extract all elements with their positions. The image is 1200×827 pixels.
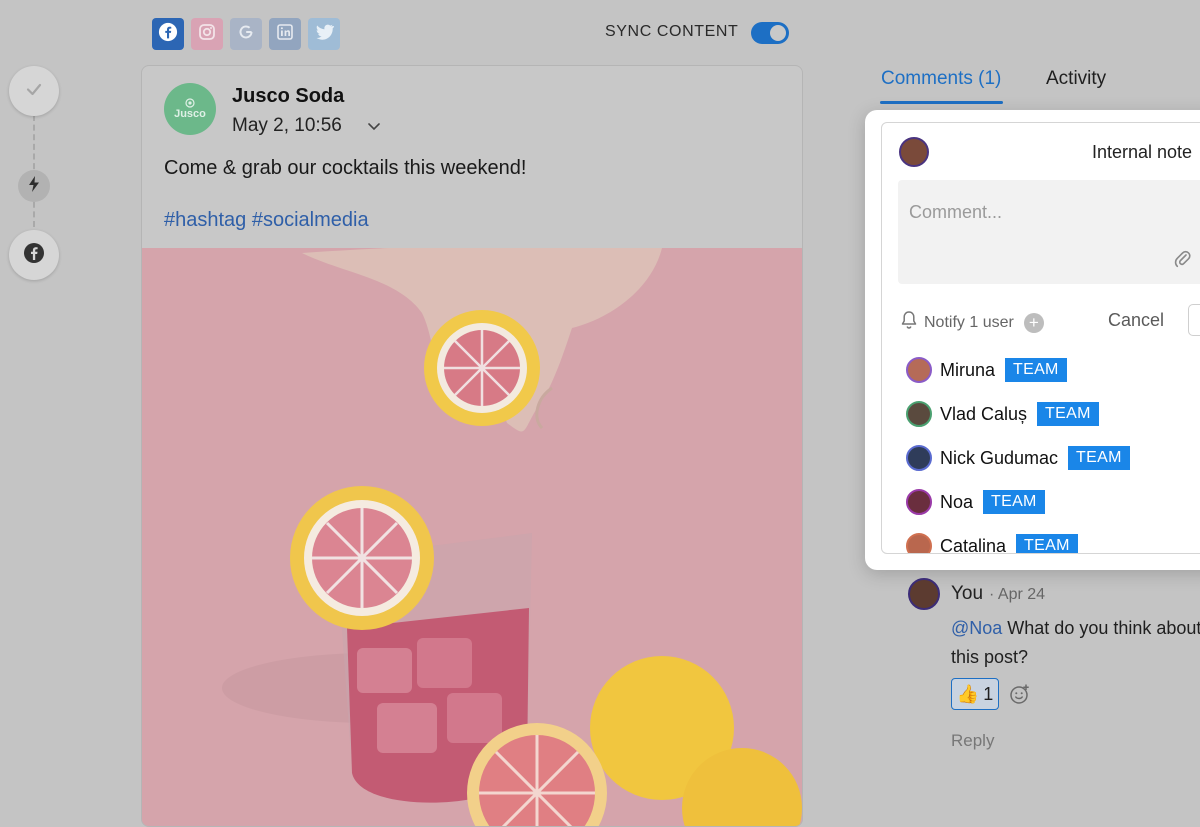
notify-users[interactable]: Notify 1 user +: [900, 310, 1044, 335]
twitter-icon: [314, 23, 335, 46]
bell-icon: [900, 310, 918, 335]
post-date: May 2, 10:56: [232, 115, 342, 136]
comment-author: You: [951, 583, 984, 604]
cancel-button[interactable]: Cancel: [1108, 310, 1164, 331]
team-badge: TEAM: [1068, 446, 1130, 470]
thumbs-up-icon: 👍: [956, 683, 980, 704]
tab-activity[interactable]: Activity: [1046, 68, 1106, 90]
avatar: [906, 357, 932, 383]
mention-item[interactable]: Noa TEAM: [906, 480, 1130, 524]
instagram-icon: [197, 22, 217, 47]
google-icon: [236, 22, 256, 47]
mention-name: Vlad Caluș: [940, 403, 1028, 424]
comment-date: · Apr 24: [989, 586, 1046, 603]
avatar: [906, 533, 932, 553]
reply-link[interactable]: Reply: [951, 731, 994, 751]
submit-button[interactable]: [1188, 304, 1200, 336]
team-badge: TEAM: [1016, 534, 1078, 553]
cocktail-photo: [142, 248, 802, 826]
google-channel-button[interactable]: [230, 18, 262, 50]
facebook-icon: [158, 22, 178, 47]
mention-name: Catalina: [940, 535, 1007, 554]
add-reaction-icon[interactable]: [1009, 683, 1031, 710]
instagram-channel-button[interactable]: [191, 18, 223, 50]
toggle-knob: [770, 25, 786, 41]
paperclip-icon[interactable]: [1173, 248, 1191, 273]
mention-item[interactable]: Vlad Caluș TEAM: [906, 392, 1130, 436]
mention-item[interactable]: Catalina TEAM: [906, 524, 1130, 554]
comment-composer-popover: Internal note Comment... Notify 1 user +…: [865, 110, 1200, 570]
add-notify-user-icon[interactable]: +: [1023, 312, 1044, 333]
lightning-icon: [27, 175, 41, 198]
mention-suggestion-list: Miruna TEAM Vlad Caluș TEAM Nick Gudumac…: [906, 348, 1130, 554]
comment-placeholder: Comment...: [909, 202, 1003, 222]
check-icon: [24, 79, 44, 104]
reaction-button[interactable]: 👍 1: [951, 678, 999, 710]
sync-content-toggle[interactable]: [751, 22, 789, 44]
avatar: [906, 401, 932, 427]
mention-item[interactable]: Nick Gudumac TEAM: [906, 436, 1130, 480]
mention-link[interactable]: @Noa: [951, 618, 1002, 638]
internal-note-label[interactable]: Internal note: [1092, 142, 1192, 163]
avatar: [906, 489, 932, 515]
brand-logo-icon: [185, 98, 195, 108]
comment-body: @Noa What do you think about this post?: [951, 614, 1200, 672]
post-text: Come & grab our cocktails this weekend!: [164, 157, 527, 179]
mention-name: Noa: [940, 491, 974, 512]
brand-name: Jusco Soda: [232, 85, 345, 107]
team-badge: TEAM: [1037, 402, 1099, 426]
mention-name: Miruna: [940, 359, 996, 380]
linkedin-channel-button[interactable]: [269, 18, 301, 50]
active-tab-indicator: [880, 101, 1003, 104]
avatar: [908, 578, 940, 610]
social-channel-bar: [152, 18, 340, 50]
facebook-channel-button[interactable]: [152, 18, 184, 50]
tab-comments[interactable]: Comments (1): [881, 68, 1001, 90]
chevron-down-icon[interactable]: [367, 118, 381, 136]
post-image: [142, 248, 802, 826]
facebook-icon: [23, 242, 45, 269]
sync-content-label: SYNC CONTENT: [605, 23, 739, 40]
comment-composer: Internal note Comment... Notify 1 user +…: [881, 122, 1200, 554]
team-badge: TEAM: [1005, 358, 1067, 382]
mention-item[interactable]: Miruna TEAM: [906, 348, 1130, 392]
avatar: [899, 137, 929, 167]
team-badge: TEAM: [983, 490, 1045, 514]
notify-label: Notify 1 user: [924, 313, 1014, 331]
twitter-channel-button[interactable]: [308, 18, 340, 50]
post-preview-card: Jusco Jusco Soda May 2, 10:56 Come & gra…: [141, 65, 803, 827]
mention-name: Nick Gudumac: [940, 447, 1059, 468]
comment-input[interactable]: Comment...: [898, 180, 1200, 284]
approve-step[interactable]: [9, 66, 59, 116]
automation-step[interactable]: [18, 170, 50, 202]
linkedin-icon: [275, 22, 295, 47]
brand-avatar: Jusco: [164, 83, 216, 135]
facebook-step[interactable]: [9, 230, 59, 280]
brand-avatar-text: Jusco: [174, 108, 206, 120]
post-hashtags[interactable]: #hashtag #socialmedia: [164, 209, 369, 232]
avatar: [906, 445, 932, 471]
reaction-count: 1: [983, 683, 994, 704]
